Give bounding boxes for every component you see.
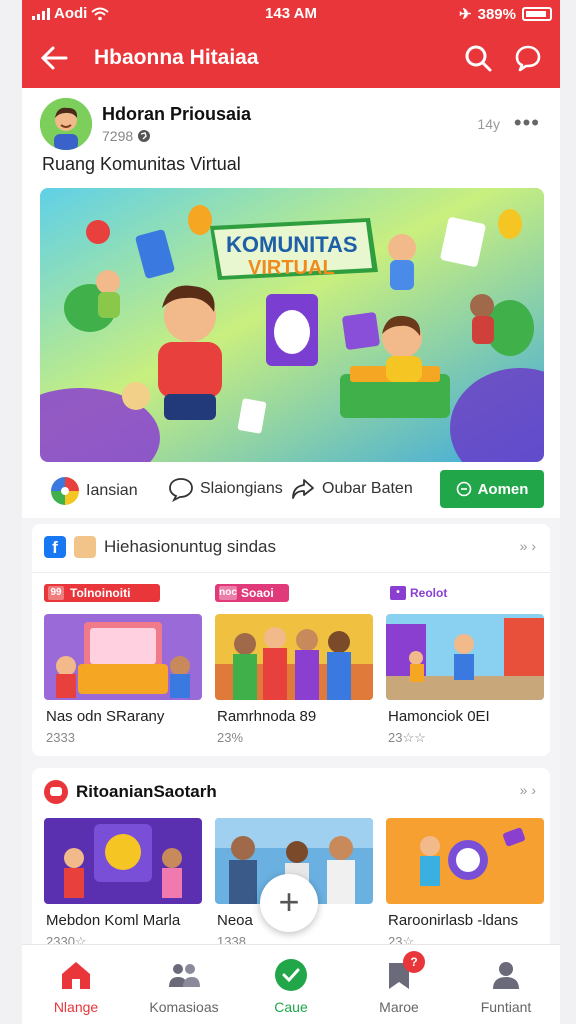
card-badge: noc Soaoi — [215, 584, 289, 602]
badge-label: Reolot — [410, 586, 448, 600]
clock-icon — [456, 481, 471, 497]
badge-label: Soaoi — [241, 586, 274, 600]
color-wheel-icon — [51, 477, 79, 505]
facebook-icon: f — [44, 536, 66, 558]
more-options-icon[interactable]: ••• — [514, 110, 540, 136]
banner-illustration: KOMUNITAS VIRTUAL — [40, 188, 544, 462]
thumbnail-board-game — [44, 614, 202, 700]
nav-label: Nlange — [53, 999, 99, 1015]
section1-title: Hiehasionuntug sindas — [104, 537, 277, 556]
card-title: Ramrhnoda 89 — [217, 708, 317, 725]
author-avatar[interactable] — [40, 98, 92, 150]
card-badge: 99 Tolnoinoiti — [44, 584, 160, 602]
react-action[interactable]: Iansian — [50, 476, 138, 506]
badge-icon: • — [390, 586, 406, 600]
comment-action[interactable]: Slaiongians — [168, 476, 283, 502]
bottom-navigation: Nlange Komasioas Caue ? Maroe Funtiant — [22, 944, 560, 1024]
section1-more-label: » — [519, 538, 528, 554]
card-title: Raroonirlasb -ldans — [388, 912, 519, 929]
badge-icon: 99 — [48, 586, 64, 600]
section2-title: RitoanianSaotarh — [76, 782, 217, 801]
nav-item-home[interactable]: Nlange — [22, 945, 130, 1024]
chat-bubble-icon — [44, 780, 68, 804]
post-meta-count: 7298 — [102, 128, 134, 144]
comment-icon — [169, 478, 193, 502]
card-thumbnail — [44, 614, 202, 700]
status-right: ✈ 389% — [459, 5, 552, 23]
card-thumbnail — [386, 614, 544, 700]
whatsapp-icon — [275, 959, 307, 991]
section2-header: RitoanianSaotarh — [44, 780, 217, 804]
section1-divider — [32, 572, 550, 573]
chat-icon[interactable] — [512, 42, 544, 74]
post-time: 14y — [477, 116, 500, 132]
banner-title-komunitas: KOMUNITAS — [226, 232, 358, 257]
card-title: Mebdon Koml Marla — [46, 912, 181, 929]
globe-icon — [138, 130, 151, 142]
section2-more-link[interactable]: » › — [520, 782, 536, 798]
react-label: Iansian — [86, 482, 138, 499]
post-author[interactable]: Hdoran Priousaia — [102, 104, 251, 125]
post-card: Hdoran Priousaia 7298 14y ••• Ruang Komu… — [22, 88, 560, 518]
banner-title-virtual: VIRTUAL — [248, 257, 335, 279]
post-meta: 7298 — [102, 128, 151, 144]
share-label: Oubar Baten — [322, 480, 413, 497]
nav-item-notifications[interactable]: ? Maroe — [345, 945, 453, 1024]
nav-label: Caue — [274, 999, 308, 1015]
post-banner-image[interactable]: KOMUNITAS VIRTUAL — [40, 188, 544, 462]
card-title: Hamonciok 0EI — [388, 708, 490, 725]
notification-badge: ? — [403, 951, 425, 973]
thumbnail-game-screen — [44, 818, 202, 904]
card-title: Nas odn SRarany — [46, 708, 165, 725]
card-meta: 23% — [217, 730, 244, 745]
nav-item-community[interactable]: Komasioas — [130, 945, 238, 1024]
card-thumbnail — [44, 818, 202, 904]
app-bar: Hbaonna Hitaiaa — [22, 28, 560, 88]
battery-percent: 389% — [477, 5, 516, 23]
comment-label: Slaiongians — [200, 480, 283, 497]
profile-icon — [493, 962, 519, 989]
thumbnail-street-scene — [386, 614, 544, 700]
primary-action-label: Aomen — [477, 480, 529, 498]
status-bar: Aodi 143 AM ✈ 389% — [22, 0, 560, 28]
nav-label: Maroe — [379, 999, 419, 1015]
nav-item-chat[interactable]: Caue — [237, 945, 345, 1024]
plus-icon: + — [278, 881, 300, 922]
nav-item-profile[interactable]: Funtiant — [452, 945, 560, 1024]
card-thumbnail — [215, 614, 373, 700]
user-thumb-icon — [74, 536, 96, 558]
nav-label: Funtiant — [480, 999, 532, 1015]
avatar-illustration — [40, 98, 92, 150]
post-actions-bar: Iansian Slaiongians Oubar Baten Aomen — [22, 468, 560, 512]
nav-label: Komasioas — [149, 999, 219, 1015]
search-icon[interactable] — [462, 42, 494, 74]
thumbnail-group-photo — [215, 614, 373, 700]
home-icon — [62, 962, 90, 989]
group-icon — [169, 964, 200, 987]
card-title: Neoa — [217, 912, 253, 929]
share-icon — [292, 479, 314, 499]
page-title: Hbaonna Hitaiaa — [94, 46, 259, 69]
primary-action-button[interactable]: Aomen — [440, 470, 544, 508]
share-action[interactable]: Oubar Baten — [290, 476, 413, 502]
section-hiehasionuntug: f Hiehasionuntug sindas » › 99 Tolnoinoit… — [32, 524, 550, 756]
thumbnail-cartoon-kid — [386, 818, 544, 904]
phone-screen: Aodi 143 AM ✈ 389% Hbaonna Hitaiaa Hdora… — [22, 0, 560, 1024]
section1-header: f Hiehasionuntug sindas — [44, 536, 276, 558]
section2-more-label: » — [519, 782, 528, 798]
back-arrow-icon[interactable] — [38, 42, 70, 74]
battery-icon — [522, 7, 552, 21]
badge-icon: noc — [219, 586, 237, 600]
card-badge: • Reolot — [386, 584, 455, 602]
card-thumbnail — [386, 818, 544, 904]
add-post-button[interactable]: + — [260, 874, 318, 932]
badge-label: Tolnoinoiti — [70, 586, 131, 600]
post-caption: Ruang Komunitas Virtual — [42, 154, 241, 174]
notification-badge-label: ? — [410, 955, 418, 969]
card-meta: 23☆☆ — [388, 730, 426, 745]
card-meta: 2333 — [46, 730, 75, 745]
section1-more-link[interactable]: » › — [520, 538, 536, 554]
airplane-icon: ✈ — [459, 6, 472, 23]
